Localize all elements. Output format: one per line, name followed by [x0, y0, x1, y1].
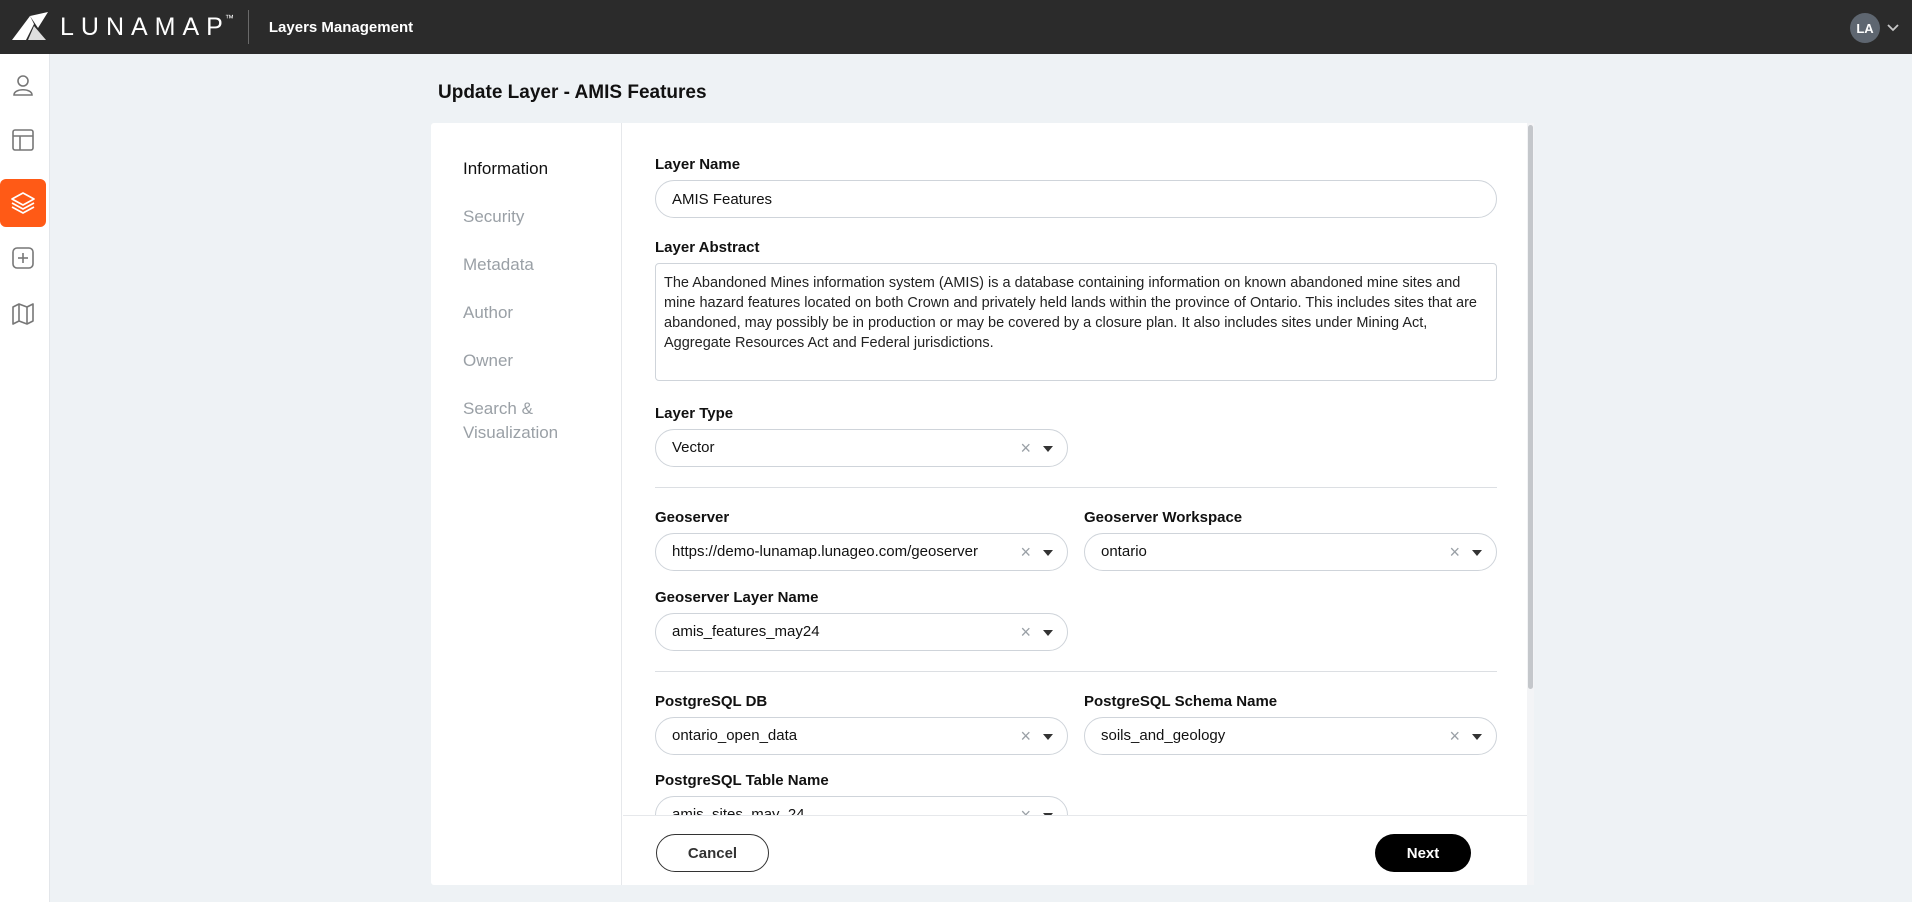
- geoserver-label: Geoserver: [655, 509, 730, 526]
- nav-item-information[interactable]: Information: [463, 157, 613, 181]
- geoserver-select[interactable]: https://demo-lunamap.lunageo.com/geoserv…: [655, 533, 1068, 571]
- geoserver-workspace-value: ontario: [1101, 543, 1147, 560]
- layout-icon: [12, 129, 34, 151]
- form-scrollbar[interactable]: [1527, 123, 1534, 885]
- clear-icon[interactable]: ×: [1449, 542, 1460, 562]
- postgresql-db-value: ontario_open_data: [672, 727, 798, 744]
- app-title: Layers Management: [268, 18, 414, 36]
- postgresql-schema-label: PostgreSQL Schema Name: [1084, 693, 1278, 710]
- update-layer-card: Information Security Metadata Author Own…: [431, 123, 1534, 885]
- geoserver-layer-name-value: amis_features_may24: [672, 623, 820, 640]
- rail-item-layers[interactable]: [0, 179, 46, 227]
- postgresql-table-value: amis_sites_may_24: [672, 806, 805, 815]
- caret-down-icon[interactable]: [1043, 630, 1053, 636]
- layer-type-value: Vector: [672, 439, 715, 456]
- clear-icon[interactable]: ×: [1020, 622, 1031, 642]
- caret-down-icon[interactable]: [1472, 734, 1482, 740]
- section-nav: Information Security Metadata Author Own…: [431, 123, 622, 885]
- geoserver-workspace-label: Geoserver Workspace: [1084, 509, 1243, 526]
- postgresql-table-select[interactable]: amis_sites_may_24 ×: [655, 796, 1068, 815]
- scrollbar-thumb[interactable]: [1528, 125, 1533, 689]
- postgresql-table-label: PostgreSQL Table Name: [655, 772, 829, 789]
- postgresql-db-label: PostgreSQL DB: [655, 693, 768, 710]
- nav-item-author[interactable]: Author: [463, 301, 613, 325]
- clear-icon[interactable]: ×: [1449, 726, 1460, 746]
- clear-icon[interactable]: ×: [1020, 438, 1031, 458]
- clear-icon[interactable]: ×: [1020, 805, 1031, 815]
- next-button[interactable]: Next: [1375, 834, 1471, 872]
- clear-icon[interactable]: ×: [1020, 726, 1031, 746]
- caret-down-icon[interactable]: [1043, 550, 1053, 556]
- nav-item-owner[interactable]: Owner: [463, 349, 613, 373]
- geoserver-layer-name-label: Geoserver Layer Name: [655, 589, 819, 606]
- avatar[interactable]: LA: [1850, 13, 1880, 43]
- geoserver-layer-name-select[interactable]: amis_features_may24 ×: [655, 613, 1068, 651]
- logo-trademark: ™: [224, 13, 234, 23]
- user-menu[interactable]: LA: [1850, 13, 1900, 43]
- logo-text: LUNAMAP: [60, 12, 230, 41]
- rail-item-add[interactable]: [0, 234, 46, 282]
- page-title: Update Layer - AMIS Features: [438, 82, 707, 103]
- section-divider: [655, 671, 1497, 672]
- section-divider: [655, 487, 1497, 488]
- rail-item-users[interactable]: [0, 61, 46, 109]
- layer-abstract-label: Layer Abstract: [655, 239, 760, 256]
- caret-down-icon[interactable]: [1472, 550, 1482, 556]
- layer-name-value: AMIS Features: [672, 190, 773, 208]
- information-form: Layer Name AMIS Features Layer Abstract …: [623, 123, 1534, 815]
- layers-icon: [11, 192, 35, 214]
- layer-abstract-textarea[interactable]: The Abandoned Mines information system (…: [655, 263, 1497, 381]
- geoserver-value: https://demo-lunamap.lunageo.com/geoserv…: [672, 543, 979, 560]
- postgresql-schema-value: soils_and_geology: [1101, 727, 1226, 744]
- top-bar: LUNAMAP ™ Layers Management LA: [0, 0, 1912, 54]
- chevron-down-icon[interactable]: [1886, 23, 1900, 33]
- caret-down-icon[interactable]: [1043, 734, 1053, 740]
- lunamap-logo-icon: [12, 12, 48, 40]
- layer-name-input[interactable]: AMIS Features: [655, 180, 1497, 218]
- map-icon: [12, 303, 34, 325]
- logo[interactable]: LUNAMAP ™: [0, 0, 234, 54]
- layer-name-label: Layer Name: [655, 156, 741, 173]
- postgresql-schema-select[interactable]: soils_and_geology ×: [1084, 717, 1497, 755]
- nav-item-search-visualization[interactable]: Search & Visualization: [463, 397, 613, 445]
- add-square-icon: [12, 247, 34, 269]
- user-icon: [13, 75, 33, 96]
- nav-item-metadata[interactable]: Metadata: [463, 253, 613, 277]
- nav-item-security[interactable]: Security: [463, 205, 613, 229]
- header-divider: [247, 10, 249, 44]
- geoserver-workspace-select[interactable]: ontario ×: [1084, 533, 1497, 571]
- caret-down-icon[interactable]: [1043, 446, 1053, 452]
- left-rail: [0, 54, 50, 902]
- clear-icon[interactable]: ×: [1020, 542, 1031, 562]
- cancel-button[interactable]: Cancel: [656, 834, 769, 872]
- layer-type-label: Layer Type: [655, 405, 734, 422]
- postgresql-db-select[interactable]: ontario_open_data ×: [655, 717, 1068, 755]
- rail-item-maps[interactable]: [0, 290, 46, 338]
- layer-type-select[interactable]: Vector ×: [655, 429, 1068, 467]
- form-footer: Cancel Next: [623, 815, 1527, 885]
- rail-item-layouts[interactable]: [0, 116, 46, 164]
